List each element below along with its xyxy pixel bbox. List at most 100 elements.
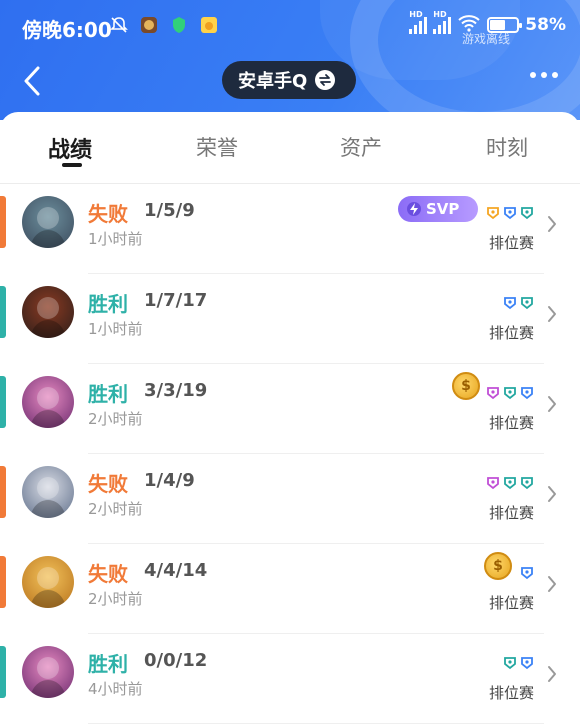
match-list: 失败 1/5/9 1小时前 SVP 排位赛 胜利 1/7/17 1小时前 排位赛… [0,184,580,724]
result-indicator-bar [0,646,6,698]
badge-group [503,296,534,310]
match-time: 2小时前 [88,500,143,518]
tab-moments[interactable]: 时刻 [486,132,528,162]
match-time: 2小时前 [88,590,143,608]
achievement-badge-icon [520,566,534,580]
match-mode: 排位赛 [488,504,534,522]
match-result: 胜利 [88,652,128,676]
match-time: 2小时前 [88,410,143,428]
achievement-badge-icon [520,476,534,490]
more-dot [552,72,558,78]
achievement-badge-icon [486,206,500,220]
gold-coin-icon: $ [452,372,480,400]
match-kda: 1/7/17 [144,290,208,311]
account-switcher[interactable]: 安卓手Q [222,61,356,99]
swap-icon [315,70,336,90]
gold-coin-icon: $ [484,552,512,580]
match-row[interactable]: 失败 1/5/9 1小时前 SVP 排位赛 [0,184,580,274]
status-time: 傍晚6:00 [22,18,112,42]
chevron-right-icon [548,306,556,322]
result-indicator-bar [0,376,6,428]
account-title: 安卓手Q [238,71,308,92]
back-button[interactable] [20,64,50,98]
match-kda: 3/3/19 [144,380,208,401]
more-button[interactable] [530,72,558,78]
more-dot [530,72,536,78]
tab-record[interactable]: 战绩 [48,132,92,164]
status-bar: 傍晚6:00 HD HD 58% 游戏离线 [0,0,580,52]
shield-icon [168,14,190,36]
match-result: 胜利 [88,382,128,406]
game-app-icon [138,14,160,36]
hero-avatar [22,286,74,338]
match-row[interactable]: 胜利 1/7/17 1小时前 排位赛 [0,274,580,364]
result-indicator-bar [0,196,6,248]
badge-group [503,656,534,670]
achievement-badge-icon [503,296,517,310]
match-kda: 4/4/14 [144,560,208,581]
content-card: 战绩 荣誉 资产 时刻 失败 1/5/9 1小时前 SVP 排位赛 胜利 1/7… [0,112,580,728]
hero-avatar [22,556,74,608]
achievement-badge-icon [520,656,534,670]
match-mode: 排位赛 [488,594,534,612]
header: 傍晚6:00 HD HD 58% 游戏离线 安卓手Q [0,0,580,120]
match-row[interactable]: 胜利 0/0/12 4小时前 排位赛 [0,634,580,724]
achievement-badge-icon [520,296,534,310]
tab-honor[interactable]: 荣誉 [196,132,238,162]
achievement-badge-icon [520,206,534,220]
lightning-icon [407,202,421,216]
achievement-badge-icon [503,656,517,670]
match-time: 1小时前 [88,230,143,248]
mute-icon [108,14,130,36]
badge-group [520,566,534,580]
badge-group [486,476,534,490]
match-time: 1小时前 [88,320,143,338]
match-row[interactable]: 胜利 3/3/19 2小时前 $ 排位赛 [0,364,580,454]
hero-avatar [22,646,74,698]
tab-underline [62,163,82,167]
achievement-badge-icon [486,386,500,400]
chevron-right-icon [548,486,556,502]
chevron-left-icon [24,66,40,96]
signal-icon-2: HD [433,10,452,34]
achievement-badge-icon [503,476,517,490]
match-result: 失败 [88,562,128,586]
match-row[interactable]: 失败 1/4/9 2小时前 排位赛 [0,454,580,544]
match-kda: 0/0/12 [144,650,208,671]
tab-bar: 战绩 荣誉 资产 时刻 [0,112,580,184]
achievement-badge-icon [520,386,534,400]
emoji-app-icon [198,14,220,36]
chevron-right-icon [548,666,556,682]
chevron-right-icon [548,216,556,232]
chevron-right-icon [548,396,556,412]
match-row[interactable]: 失败 4/4/14 2小时前 $ 排位赛 [0,544,580,634]
hero-avatar [22,376,74,428]
badge-group [486,206,534,220]
signal-icon: HD [409,10,428,34]
match-kda: 1/5/9 [144,200,195,221]
hero-avatar [22,196,74,248]
match-time: 4小时前 [88,680,143,698]
match-result: 失败 [88,472,128,496]
result-indicator-bar [0,556,6,608]
hero-avatar [22,466,74,518]
match-mode: 排位赛 [488,234,534,252]
divider [88,723,544,724]
match-mode: 排位赛 [488,414,534,432]
result-indicator-bar [0,466,6,518]
match-mode: 排位赛 [488,324,534,342]
match-mode: 排位赛 [488,684,534,702]
badge-group [486,386,534,400]
svp-badge: SVP [398,196,478,222]
achievement-badge-icon [503,386,517,400]
battery-percent: 58% [525,15,566,35]
match-kda: 1/4/9 [144,470,195,491]
match-result: 失败 [88,202,128,226]
game-offline-label: 游戏离线 [461,32,510,46]
status-notification-icons [108,14,220,36]
more-dot [541,72,547,78]
result-indicator-bar [0,286,6,338]
achievement-badge-icon [503,206,517,220]
tab-assets[interactable]: 资产 [340,132,382,162]
achievement-badge-icon [486,476,500,490]
